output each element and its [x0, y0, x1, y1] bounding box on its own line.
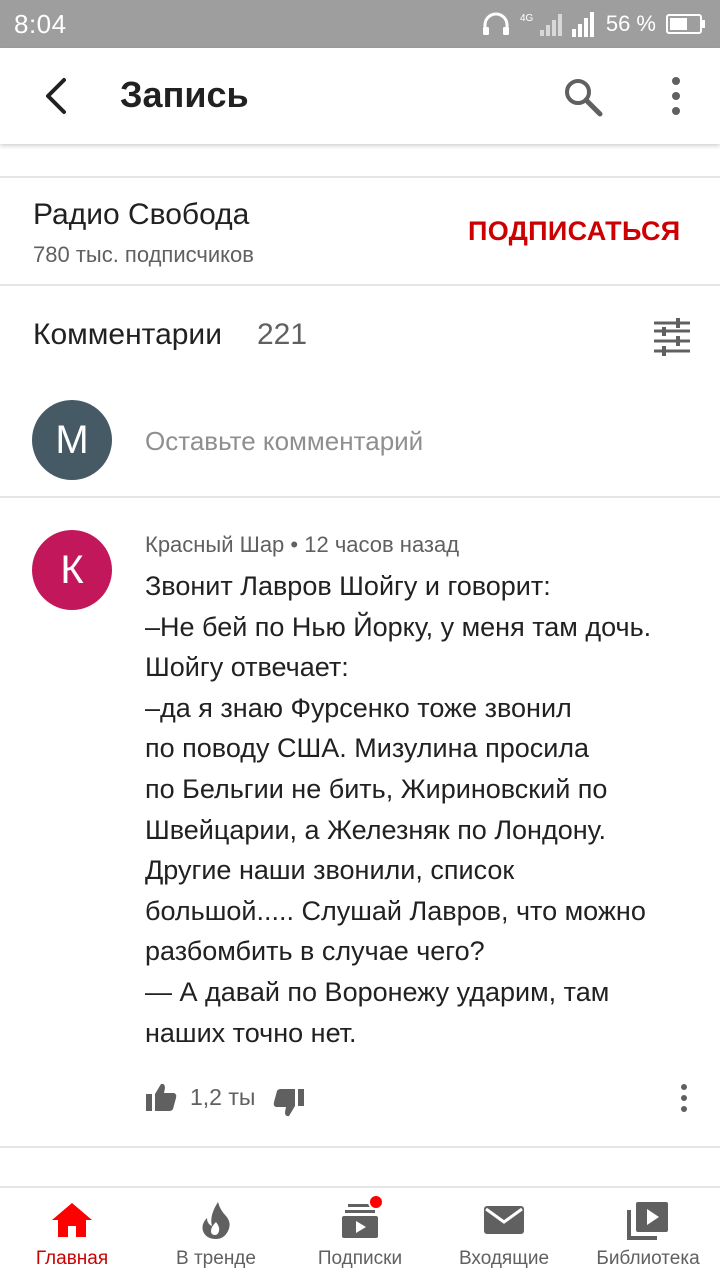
- comment-time: 12 часов назад: [304, 532, 460, 557]
- comment-text: Звонит Лавров Шойгу и говорит: –Не бей п…: [145, 571, 652, 1048]
- thumbs-up-icon[interactable]: [145, 1082, 177, 1112]
- nav-item-subscriptions[interactable]: Подписки: [288, 1188, 432, 1280]
- back-arrow-icon[interactable]: [36, 74, 80, 118]
- nav-label: В тренде: [176, 1248, 256, 1269]
- nav-label: Библиотека: [596, 1248, 700, 1269]
- comment-input[interactable]: Оставьте комментарий: [145, 426, 423, 457]
- battery-percent: 56 %: [605, 11, 656, 36]
- status-icons: 4G 56 %: [482, 10, 706, 38]
- trending-icon: [202, 1202, 230, 1239]
- comments-title: Комментарии: [33, 318, 222, 351]
- nav-item-home[interactable]: Главная: [0, 1188, 144, 1280]
- subscriber-count: 780 тыс. подписчиков: [33, 242, 254, 267]
- network-type-label: 4G: [520, 13, 534, 24]
- divider: [0, 284, 720, 286]
- meta-separator: •: [284, 532, 305, 557]
- library-icon: [627, 1202, 668, 1240]
- avatar[interactable]: К: [32, 530, 112, 610]
- divider: [0, 1146, 720, 1148]
- bottom-nav: Главная В тренде Подписки Входящие Библи…: [0, 1186, 720, 1280]
- headphones-icon: [482, 12, 509, 35]
- more-vert-icon[interactable]: [660, 74, 692, 118]
- status-time: 8:04: [14, 8, 67, 39]
- comment-author[interactable]: Красный Шар: [145, 532, 284, 557]
- screen: 8:04 4G 56 % Запись Радио Свобода 780 ты…: [0, 0, 720, 1280]
- thumbs-down-icon[interactable]: [273, 1088, 305, 1118]
- channel-name[interactable]: Радио Свобода: [33, 198, 249, 232]
- nav-item-trending[interactable]: В тренде: [144, 1188, 288, 1280]
- home-icon: [52, 1203, 92, 1237]
- nav-label: Подписки: [317, 1248, 403, 1269]
- page-title: Запись: [120, 74, 249, 115]
- comment-meta: Красный Шар • 12 часов назад: [145, 532, 459, 558]
- app-bar: Запись: [0, 48, 720, 144]
- sort-filter-icon[interactable]: [652, 317, 692, 357]
- subscribe-button[interactable]: ПОДПИСАТЬСЯ: [468, 216, 681, 247]
- divider: [0, 496, 720, 498]
- nav-label: Главная: [35, 1248, 109, 1269]
- signal-icon: [571, 12, 594, 37]
- battery-icon: [666, 14, 705, 34]
- search-icon[interactable]: [562, 76, 604, 118]
- divider: [0, 176, 720, 178]
- avatar: М: [32, 400, 112, 480]
- notification-badge: [368, 1194, 384, 1210]
- nav-label: Входящие: [458, 1248, 550, 1269]
- inbox-icon: [484, 1206, 524, 1234]
- like-count: 1,2 ты: [190, 1084, 256, 1110]
- comments-count: 221: [257, 318, 308, 351]
- status-bar: 8:04 4G 56 %: [0, 0, 720, 48]
- comment-more-icon[interactable]: [672, 1082, 696, 1114]
- nav-item-inbox[interactable]: Входящие: [432, 1188, 576, 1280]
- nav-item-library[interactable]: Библиотека: [576, 1188, 720, 1280]
- signal-4g-icon: 4G: [520, 13, 562, 36]
